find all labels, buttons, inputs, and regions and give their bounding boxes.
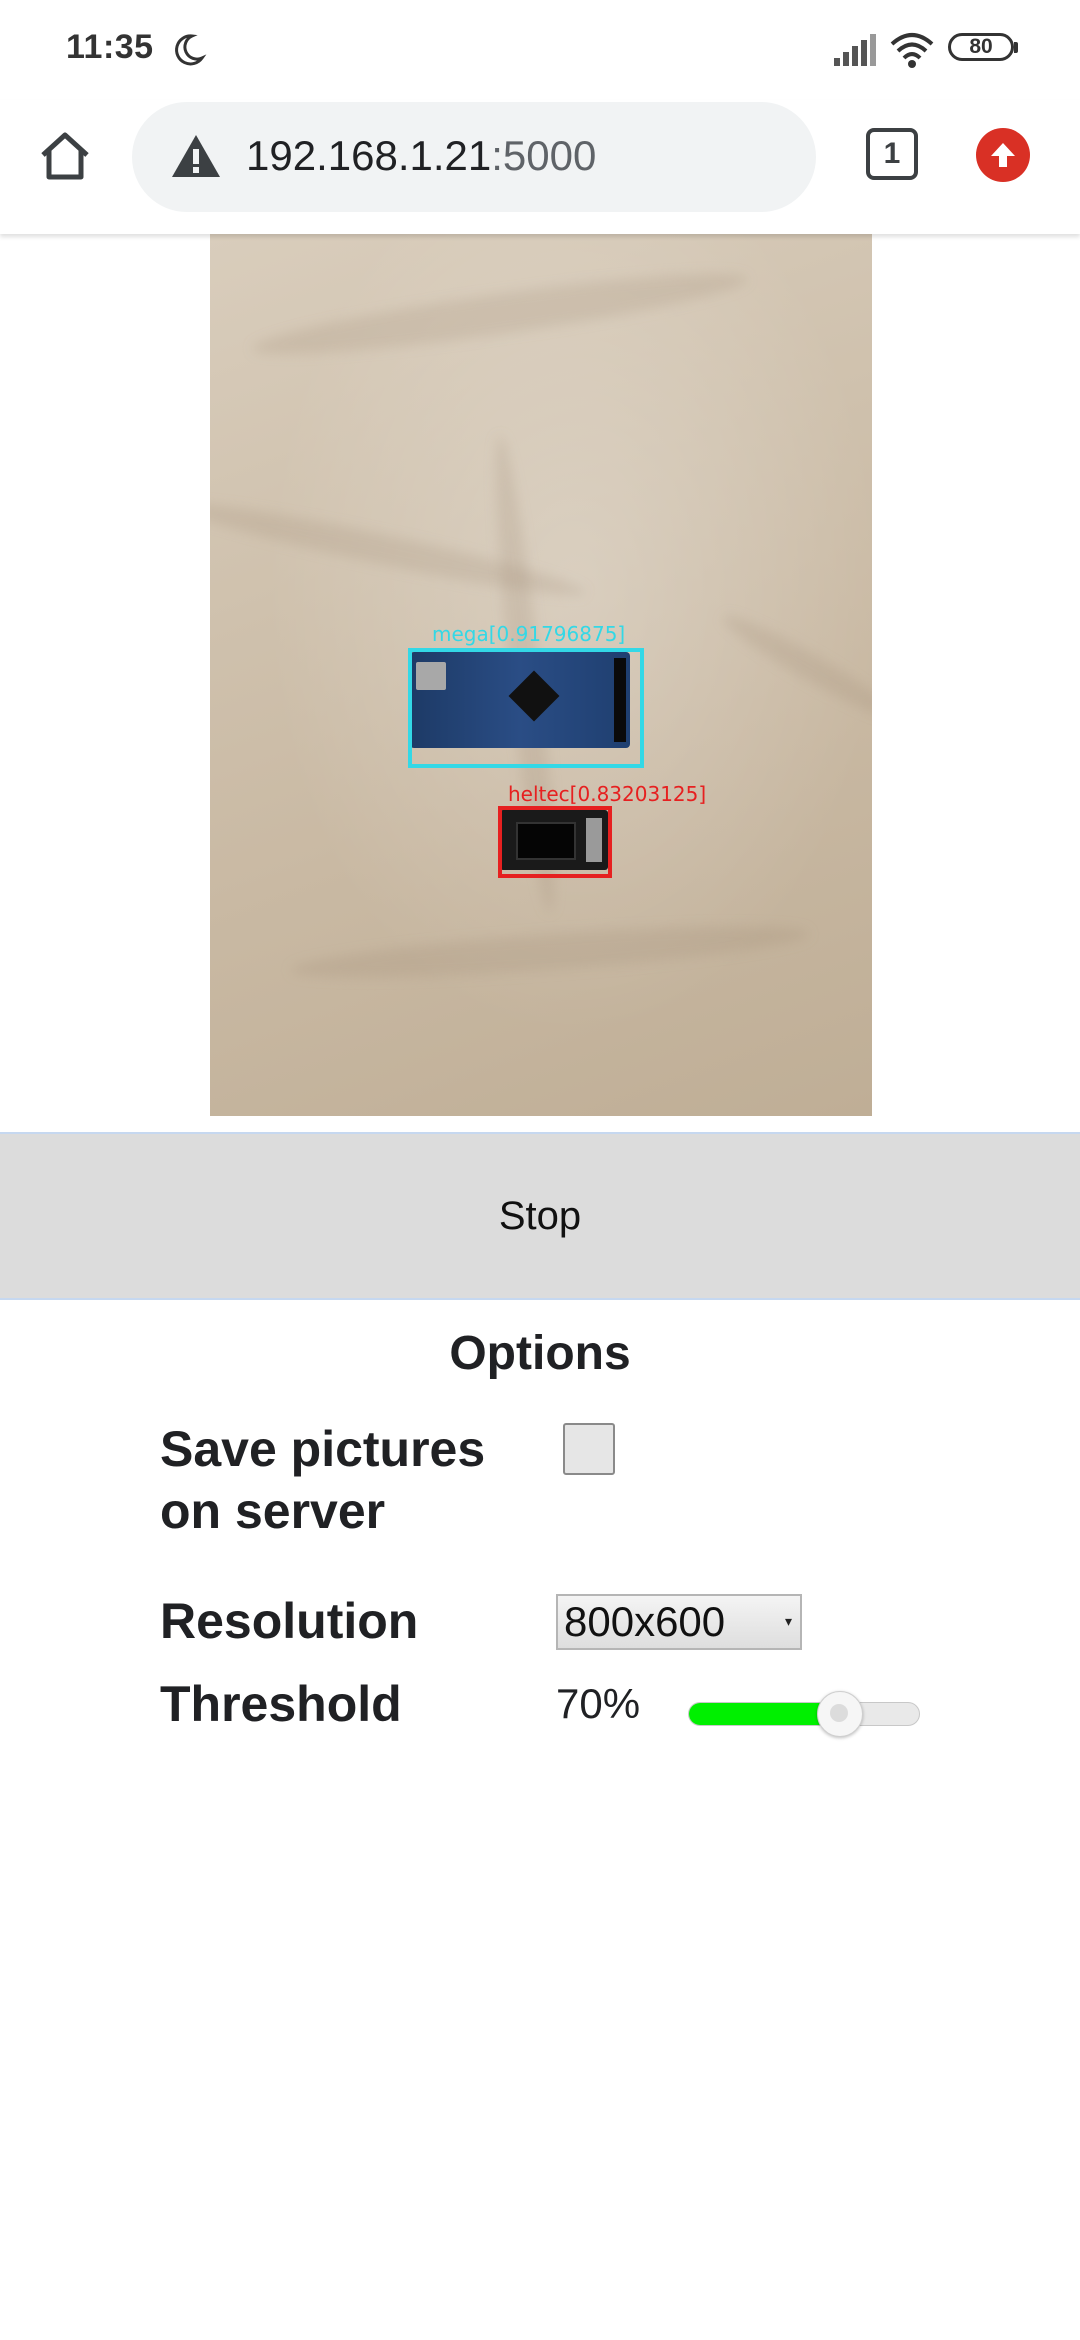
options-title: Options [449,1327,631,1380]
dropdown-arrow-icon: ▾ [784,1613,792,1629]
url-host: 192.168.1.21 [246,132,492,179]
save-pictures-label: Save pictures on server [160,1421,486,1539]
battery-level: 80 [969,35,993,58]
wifi-icon [890,33,934,68]
arrow-up-icon [991,143,1015,167]
tab-count: 1 [883,137,901,170]
detection-label-mega: mega[0.91796875] [432,622,626,646]
stop-button[interactable]: Stop [0,1132,1080,1300]
detection-box-heltec [498,806,612,878]
battery-tip [1014,42,1018,53]
detection-label-heltec: heltec[0.83203125] [508,782,707,806]
url-text[interactable]: 192.168.1.21:5000 [246,132,596,180]
resolution-select[interactable]: 800x600 ▾ [556,1594,802,1650]
resolution-label: Resolution [160,1593,419,1649]
cloth-fold [716,605,872,729]
cloth-fold [249,259,751,369]
warning-icon[interactable] [170,132,222,180]
cloth-fold [210,490,589,608]
battery-icon: 80 [948,33,1014,61]
camera-image: mega[0.91796875] heltec[0.83203125] [210,234,872,1116]
update-button[interactable] [976,128,1030,182]
save-pictures-checkbox[interactable] [563,1423,615,1475]
threshold-label: Threshold [160,1676,402,1732]
status-bar: 11:35 80 [0,0,1080,100]
url-port: :5000 [491,132,597,179]
address-bar[interactable]: 192.168.1.21:5000 [132,102,816,212]
moon-icon [175,34,207,66]
status-time: 11:35 [66,28,154,66]
detection-box-mega [408,648,644,768]
threshold-value: 70% [556,1680,641,1727]
browser-toolbar: 192.168.1.21:5000 1 [0,100,1080,234]
threshold-slider-thumb[interactable] [816,1691,863,1737]
tab-switcher-button[interactable]: 1 [866,128,918,180]
home-button[interactable] [30,126,100,186]
threshold-slider[interactable] [688,1691,920,1737]
cloth-fold [289,915,811,989]
resolution-value: 800x600 [564,1598,726,1645]
signal-icon [834,34,876,66]
home-icon [41,132,89,180]
